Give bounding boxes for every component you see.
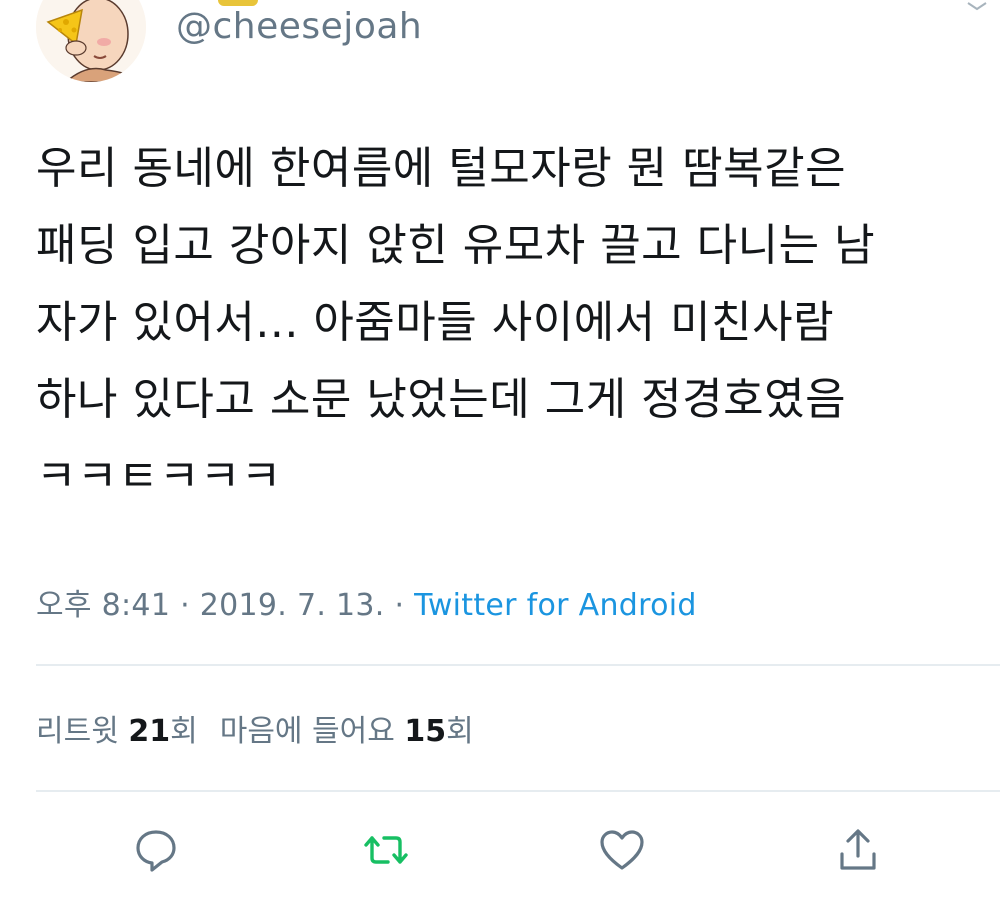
tweet-stats: 리트윗 21회 마음에 들어요 15회 (36, 706, 474, 750)
tweet-date[interactable]: 2019. 7. 13. (200, 588, 385, 623)
avatar[interactable] (36, 0, 146, 82)
like-count: 15 (404, 714, 447, 749)
divider (36, 790, 1000, 792)
retweet-button[interactable] (358, 822, 414, 878)
user-handle[interactable]: @cheesejoah (176, 6, 422, 47)
like-stat[interactable]: 마음에 들어요 15회 (220, 714, 474, 749)
tweet-text: 우리 동네에 한여름에 털모자랑 뭔 땀복같은 패딩 입고 강아지 앉힌 유모차… (36, 143, 876, 502)
tweet-time: 오후 8:41 (36, 588, 171, 623)
meta-separator: · (180, 588, 190, 623)
tweet-source-link[interactable]: Twitter for Android (414, 588, 697, 623)
divider (36, 664, 1000, 666)
meta-separator: · (394, 588, 405, 623)
avatar-illustration (36, 0, 146, 82)
tweet-meta: 오후 8:41 · 2019. 7. 13. · Twitter for And… (36, 580, 697, 624)
share-icon (840, 829, 876, 870)
retweet-stat-label: 리트윗 (36, 714, 119, 749)
retweet-icon (364, 836, 408, 864)
share-button[interactable] (830, 822, 886, 878)
tweet-header: @cheesejoah (0, 0, 1000, 90)
retweet-unit: 회 (170, 714, 198, 749)
reply-icon (136, 830, 176, 872)
retweet-stat[interactable]: 리트윗 21회 (36, 714, 198, 749)
like-button[interactable] (594, 822, 650, 878)
more-options-icon[interactable] (966, 0, 988, 11)
like-stat-label: 마음에 들어요 (219, 714, 395, 749)
like-unit: 회 (446, 714, 474, 749)
reply-button[interactable] (128, 822, 184, 878)
retweet-count: 21 (128, 714, 171, 749)
heart-icon (600, 830, 644, 870)
